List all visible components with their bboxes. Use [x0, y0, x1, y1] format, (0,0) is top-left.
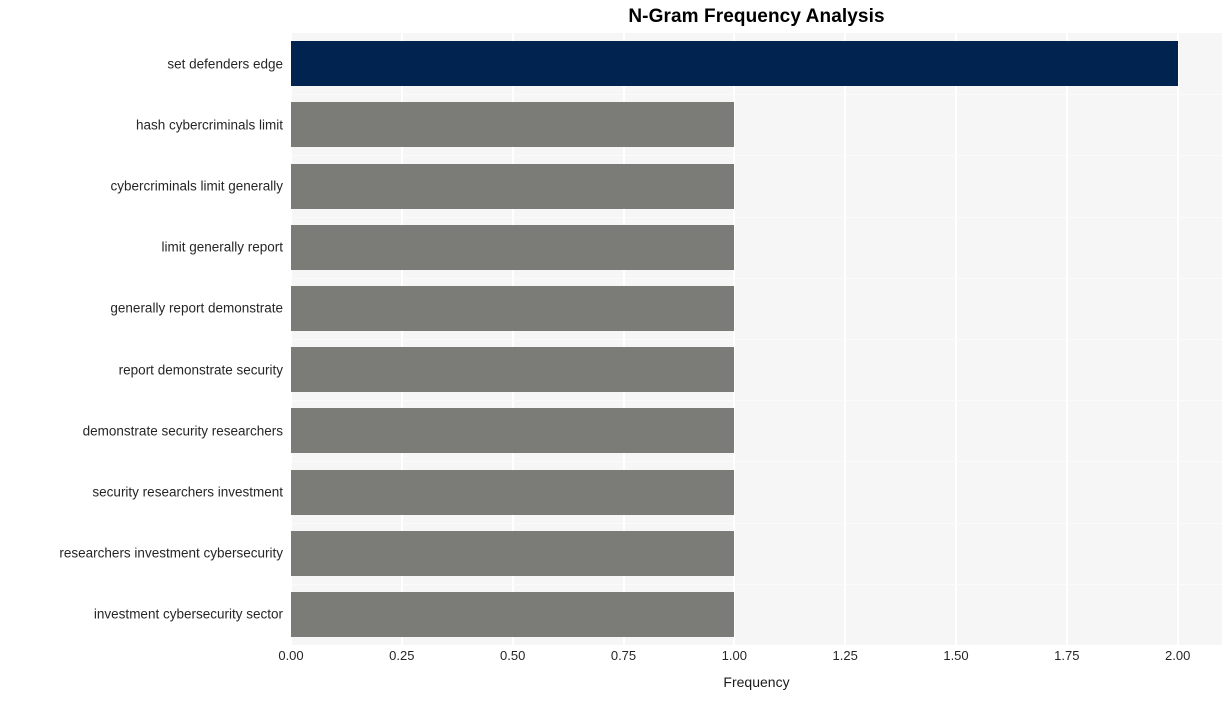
gridline-horizontal: [291, 339, 1222, 340]
plot-area: [291, 33, 1222, 645]
y-axis-tick-label: investment cybersecurity sector: [93, 606, 283, 622]
x-axis-tick-label: 1.50: [943, 648, 969, 663]
bar: [291, 530, 735, 576]
x-axis-tick-label: 0.50: [500, 648, 526, 663]
x-axis-tick-labels: 0.00 0.25 0.50 0.75 1.00 1.25 1.50 1.75 2.00: [278, 648, 1222, 670]
chart-title: N-Gram Frequency Analysis: [628, 6, 885, 27]
y-axis-tick-label: report demonstrate security: [118, 362, 283, 378]
y-axis-tick-label: generally report demonstrate: [110, 300, 283, 316]
bar: [291, 224, 735, 270]
y-axis-tick-label: hash cybercriminals limit: [135, 117, 283, 133]
gridline-horizontal: [291, 523, 1222, 524]
y-axis-tick-labels: set defenders edge hash cybercriminals li…: [0, 33, 283, 645]
x-axis-tick-label: 1.00: [721, 648, 747, 663]
y-axis-tick-label: demonstrate security researchers: [82, 423, 283, 439]
x-axis-tick-label: 1.25: [832, 648, 858, 663]
y-axis-tick-label: security researchers investment: [92, 484, 283, 500]
x-axis-tick-label: 0.25: [389, 648, 415, 663]
x-axis-title: Frequency: [723, 674, 790, 690]
bar: [291, 347, 735, 393]
chart-figure: N-Gram Frequency Analysis set defenders …: [0, 0, 1230, 701]
bar: [291, 102, 735, 148]
gridline-horizontal: [291, 584, 1222, 585]
gridline-horizontal: [291, 461, 1222, 462]
bar: [291, 591, 735, 637]
gridline-horizontal: [291, 278, 1222, 279]
bar: [291, 163, 735, 209]
bar: [291, 408, 735, 454]
gridline-horizontal: [291, 94, 1222, 95]
x-axis-tick-label: 0.00: [278, 648, 304, 663]
bar: [291, 285, 735, 331]
y-axis-tick-label: cybercriminals limit generally: [110, 178, 283, 194]
x-axis-tick-label: 1.75: [1054, 648, 1080, 663]
bar: [291, 469, 735, 515]
bar: [291, 41, 1178, 87]
x-axis-tick-label: 2.00: [1165, 648, 1191, 663]
y-axis-tick-label: researchers investment cybersecurity: [59, 545, 283, 561]
gridline-horizontal: [291, 155, 1222, 156]
gridline-horizontal: [291, 400, 1222, 401]
y-axis-tick-label: set defenders edge: [167, 56, 283, 72]
x-axis-tick-label: 0.75: [610, 648, 637, 663]
y-axis-tick-label: limit generally report: [161, 239, 283, 255]
gridline-horizontal: [291, 217, 1222, 218]
